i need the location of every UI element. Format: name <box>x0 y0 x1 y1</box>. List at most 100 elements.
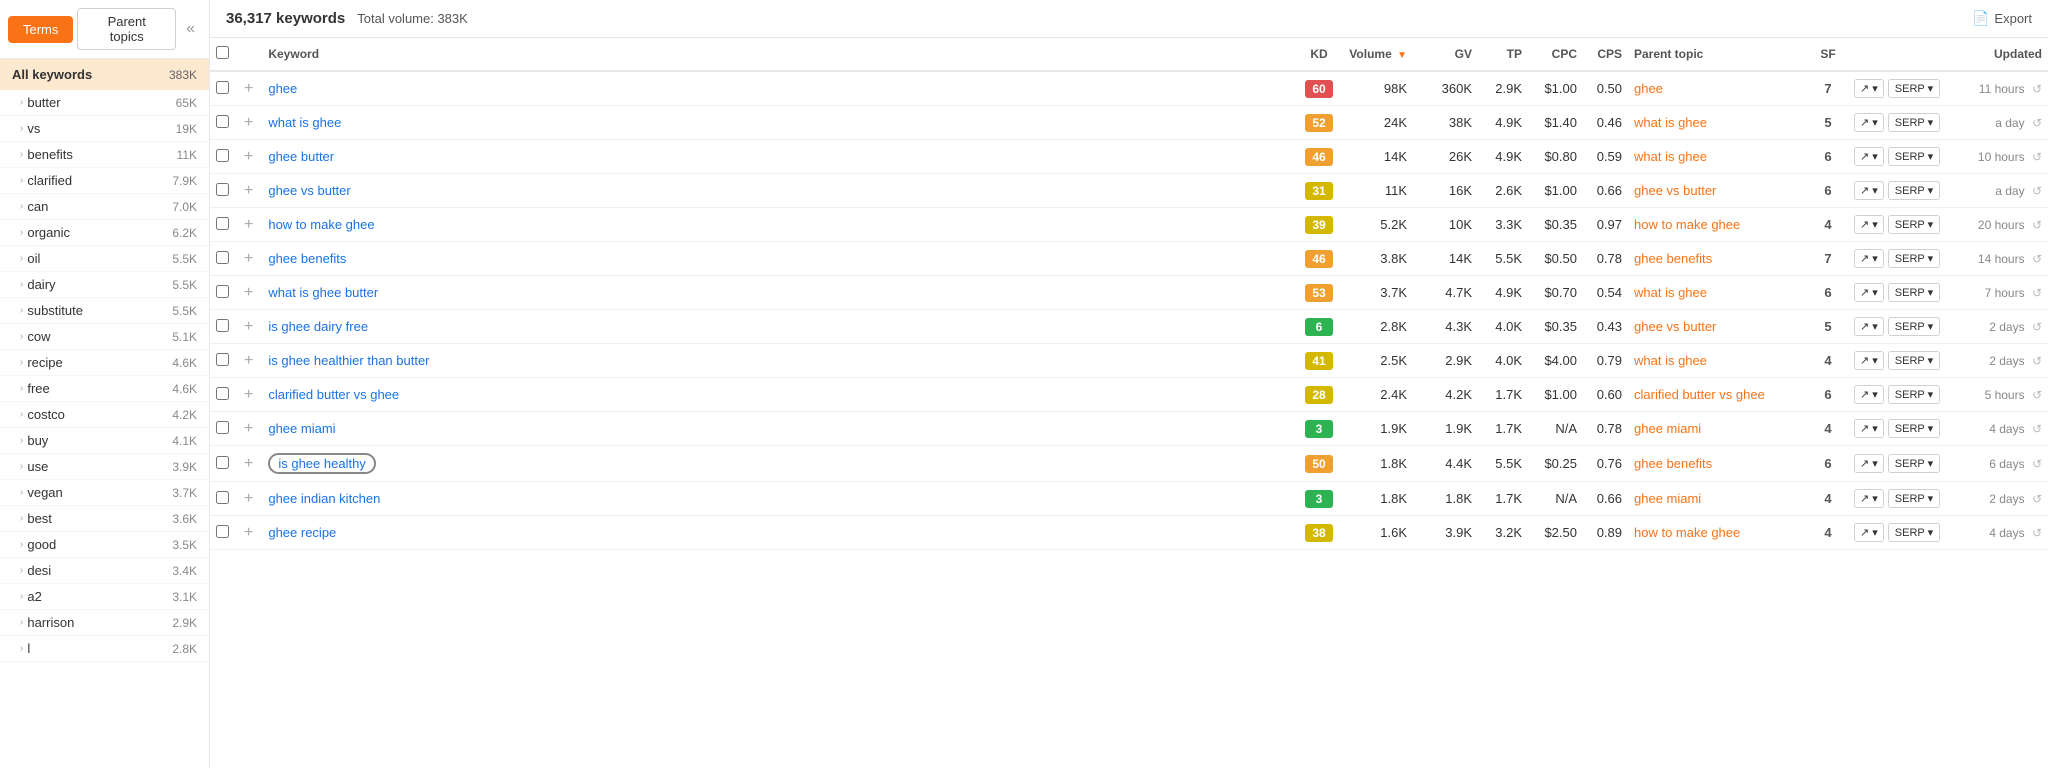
row-parent-topic-cell[interactable]: ghee vs butter <box>1628 310 1808 344</box>
row-parent-topic-cell[interactable]: ghee benefits <box>1628 242 1808 276</box>
row-checkbox[interactable] <box>216 421 229 434</box>
sidebar-item[interactable]: ›clarified7.9K <box>0 168 209 194</box>
row-checkbox[interactable] <box>216 251 229 264</box>
serp-button[interactable]: SERP ▾ <box>1888 283 1940 302</box>
trend-button[interactable]: ↗ ▾ <box>1854 215 1884 234</box>
sidebar-item[interactable]: ›cow5.1K <box>0 324 209 350</box>
select-all-checkbox[interactable] <box>216 46 229 59</box>
trend-button[interactable]: ↗ ▾ <box>1854 317 1884 336</box>
row-checkbox[interactable] <box>216 217 229 230</box>
row-checkbox[interactable] <box>216 525 229 538</box>
keyword-link[interactable]: ghee vs butter <box>268 183 350 198</box>
keyword-link[interactable]: ghee butter <box>268 149 334 164</box>
add-keyword-button[interactable]: + <box>241 524 256 542</box>
col-gv[interactable]: GV <box>1413 38 1478 71</box>
trend-button[interactable]: ↗ ▾ <box>1854 249 1884 268</box>
serp-button[interactable]: SERP ▾ <box>1888 113 1940 132</box>
serp-button[interactable]: SERP ▾ <box>1888 385 1940 404</box>
sidebar-item[interactable]: ›good3.5K <box>0 532 209 558</box>
sidebar-item[interactable]: ›l2.8K <box>0 636 209 662</box>
col-volume[interactable]: Volume ▼ <box>1343 38 1413 71</box>
tab-terms[interactable]: Terms <box>8 16 73 43</box>
sidebar-item[interactable]: ›buy4.1K <box>0 428 209 454</box>
trend-button[interactable]: ↗ ▾ <box>1854 79 1884 98</box>
trend-button[interactable]: ↗ ▾ <box>1854 489 1884 508</box>
row-parent-topic-cell[interactable]: what is ghee <box>1628 344 1808 378</box>
keyword-link[interactable]: clarified butter vs ghee <box>268 387 399 402</box>
serp-button[interactable]: SERP ▾ <box>1888 351 1940 370</box>
keyword-link[interactable]: ghee benefits <box>268 251 346 266</box>
serp-button[interactable]: SERP ▾ <box>1888 419 1940 438</box>
keyword-link[interactable]: ghee miami <box>268 421 335 436</box>
highlighted-keyword[interactable]: is ghee healthy <box>268 453 375 474</box>
row-parent-topic-cell[interactable]: clarified butter vs ghee <box>1628 378 1808 412</box>
trend-button[interactable]: ↗ ▾ <box>1854 181 1884 200</box>
keyword-link[interactable]: is ghee dairy free <box>268 319 368 334</box>
col-keyword[interactable]: Keyword <box>262 38 1295 71</box>
trend-button[interactable]: ↗ ▾ <box>1854 385 1884 404</box>
trend-button[interactable]: ↗ ▾ <box>1854 147 1884 166</box>
trend-button[interactable]: ↗ ▾ <box>1854 283 1884 302</box>
row-checkbox[interactable] <box>216 183 229 196</box>
serp-button[interactable]: SERP ▾ <box>1888 79 1940 98</box>
row-checkbox[interactable] <box>216 149 229 162</box>
col-updated[interactable]: Updated <box>1968 38 2048 71</box>
add-keyword-button[interactable]: + <box>241 318 256 336</box>
add-keyword-button[interactable]: + <box>241 80 256 98</box>
col-cpc[interactable]: CPC <box>1528 38 1583 71</box>
add-keyword-button[interactable]: + <box>241 182 256 200</box>
row-checkbox[interactable] <box>216 115 229 128</box>
keyword-link[interactable]: ghee <box>268 81 297 96</box>
serp-button[interactable]: SERP ▾ <box>1888 454 1940 473</box>
sidebar-item[interactable]: ›vs19K <box>0 116 209 142</box>
col-kd[interactable]: KD <box>1295 38 1343 71</box>
serp-button[interactable]: SERP ▾ <box>1888 489 1940 508</box>
add-keyword-button[interactable]: + <box>241 490 256 508</box>
keyword-link[interactable]: is ghee healthier than butter <box>268 353 429 368</box>
sidebar-item[interactable]: ›organic6.2K <box>0 220 209 246</box>
row-checkbox[interactable] <box>216 81 229 94</box>
add-keyword-button[interactable]: + <box>241 148 256 166</box>
sidebar-item[interactable]: ›use3.9K <box>0 454 209 480</box>
row-parent-topic-cell[interactable]: ghee benefits <box>1628 446 1808 482</box>
sidebar-item[interactable]: ›vegan3.7K <box>0 480 209 506</box>
sidebar-item[interactable]: ›substitute5.5K <box>0 298 209 324</box>
col-parent-topic[interactable]: Parent topic <box>1628 38 1808 71</box>
row-parent-topic-cell[interactable]: what is ghee <box>1628 276 1808 310</box>
row-checkbox[interactable] <box>216 353 229 366</box>
col-sf[interactable]: SF <box>1808 38 1848 71</box>
add-keyword-button[interactable]: + <box>241 284 256 302</box>
row-parent-topic-cell[interactable]: ghee <box>1628 71 1808 106</box>
tab-parent-topics[interactable]: Parent topics <box>77 8 176 50</box>
row-parent-topic-cell[interactable]: ghee vs butter <box>1628 174 1808 208</box>
trend-button[interactable]: ↗ ▾ <box>1854 523 1884 542</box>
row-parent-topic-cell[interactable]: what is ghee <box>1628 106 1808 140</box>
sidebar-item[interactable]: ›can7.0K <box>0 194 209 220</box>
add-keyword-button[interactable]: + <box>241 455 256 473</box>
serp-button[interactable]: SERP ▾ <box>1888 523 1940 542</box>
add-keyword-button[interactable]: + <box>241 250 256 268</box>
sidebar-item[interactable]: ›recipe4.6K <box>0 350 209 376</box>
col-cps[interactable]: CPS <box>1583 38 1628 71</box>
serp-button[interactable]: SERP ▾ <box>1888 147 1940 166</box>
row-checkbox[interactable] <box>216 319 229 332</box>
sidebar-item[interactable]: ›a23.1K <box>0 584 209 610</box>
sidebar-item[interactable]: ›best3.6K <box>0 506 209 532</box>
sidebar-item[interactable]: ›costco4.2K <box>0 402 209 428</box>
trend-button[interactable]: ↗ ▾ <box>1854 113 1884 132</box>
keyword-link[interactable]: ghee recipe <box>268 525 336 540</box>
keyword-link[interactable]: ghee indian kitchen <box>268 491 380 506</box>
sidebar-item[interactable]: ›harrison2.9K <box>0 610 209 636</box>
add-keyword-button[interactable]: + <box>241 420 256 438</box>
serp-button[interactable]: SERP ▾ <box>1888 317 1940 336</box>
all-keywords-row[interactable]: All keywords 383K <box>0 59 209 90</box>
export-button[interactable]: 📄 Export <box>1972 10 2032 27</box>
trend-button[interactable]: ↗ ▾ <box>1854 454 1884 473</box>
row-checkbox[interactable] <box>216 285 229 298</box>
row-parent-topic-cell[interactable]: ghee miami <box>1628 482 1808 516</box>
row-parent-topic-cell[interactable]: how to make ghee <box>1628 208 1808 242</box>
collapse-button[interactable]: « <box>180 18 201 40</box>
col-tp[interactable]: TP <box>1478 38 1528 71</box>
row-checkbox[interactable] <box>216 387 229 400</box>
add-keyword-button[interactable]: + <box>241 114 256 132</box>
